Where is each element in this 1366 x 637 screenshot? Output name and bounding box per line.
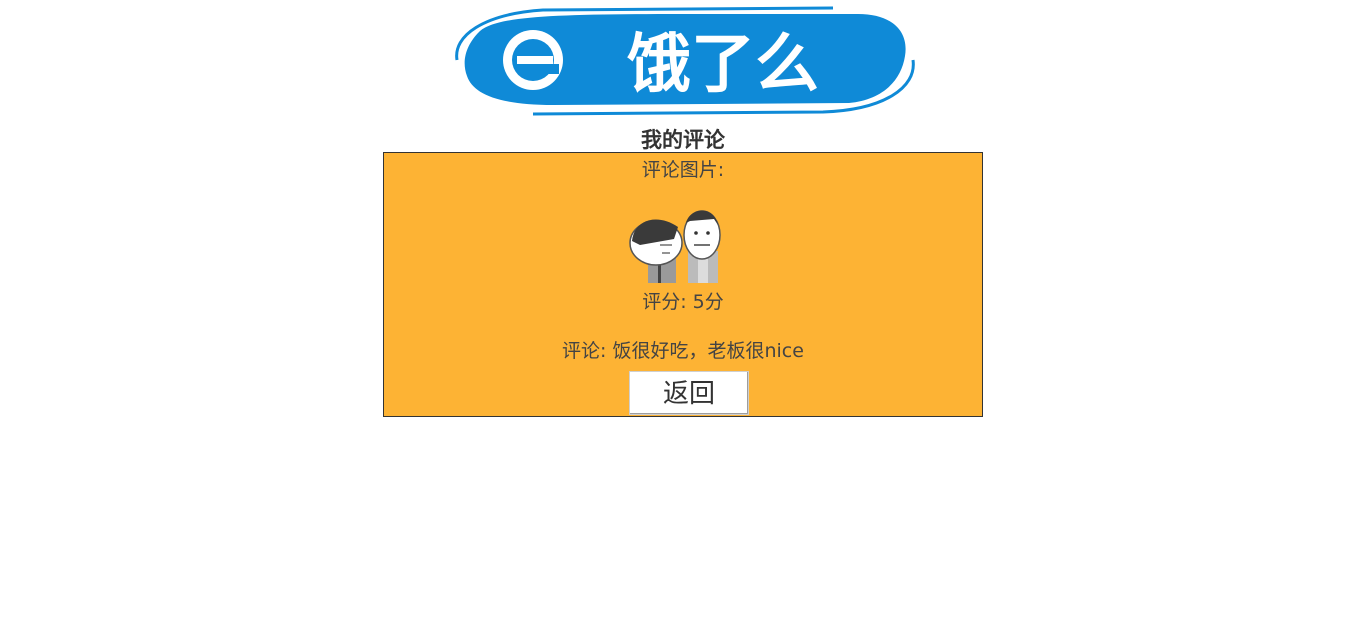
svg-text:饿了么: 饿了么 xyxy=(627,28,819,102)
comment-text: 评论: 饭很好吃，老板很nice xyxy=(562,340,804,362)
comment-image xyxy=(628,205,728,283)
page-title: 我的评论 xyxy=(641,128,725,152)
comment-image-label: 评论图片: xyxy=(641,159,725,181)
comment-score: 评分: 5分 xyxy=(642,291,724,313)
meme-faces-icon xyxy=(629,210,721,283)
back-button[interactable]: 返回 xyxy=(629,371,749,415)
comment-card: 评论图片: 评分: 5分 评论: 饭很好吃，老板很nice 返回 xyxy=(383,152,983,417)
eleme-logo-icon: 饿了么 xyxy=(455,6,918,116)
eleme-logo: 饿了么 xyxy=(433,2,933,120)
